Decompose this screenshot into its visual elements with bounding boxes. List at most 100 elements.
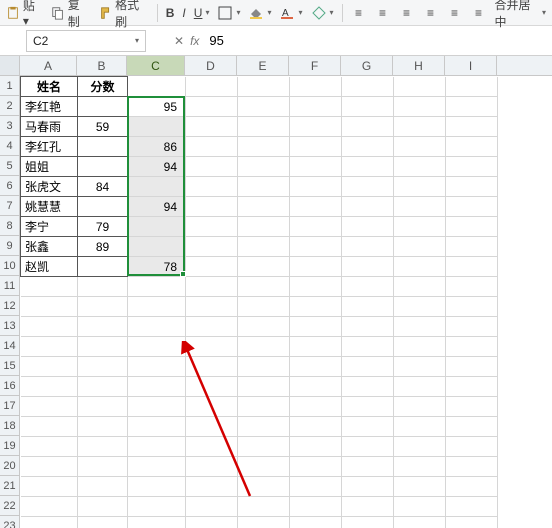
cell-E10[interactable] bbox=[238, 257, 290, 277]
cell-E2[interactable] bbox=[238, 97, 290, 117]
cell-E19[interactable] bbox=[238, 437, 290, 457]
align-right-button[interactable]: ≡ bbox=[466, 3, 490, 23]
cell-C3[interactable] bbox=[128, 117, 186, 137]
cell-D23[interactable] bbox=[186, 517, 238, 528]
cell-I15[interactable] bbox=[446, 357, 498, 377]
cell-E3[interactable] bbox=[238, 117, 290, 137]
cell-A23[interactable] bbox=[21, 517, 78, 528]
cell-H4[interactable] bbox=[394, 137, 446, 157]
cell-F20[interactable] bbox=[290, 457, 342, 477]
cell-A13[interactable] bbox=[21, 317, 78, 337]
cell-F16[interactable] bbox=[290, 377, 342, 397]
cell-G5[interactable] bbox=[342, 157, 394, 177]
copy-button[interactable]: 复制 bbox=[47, 0, 94, 32]
col-header-B[interactable]: B bbox=[77, 56, 127, 75]
cell-A5[interactable]: 姐姐 bbox=[21, 157, 78, 177]
cell-I9[interactable] bbox=[446, 237, 498, 257]
cell-D3[interactable] bbox=[186, 117, 238, 137]
cell-E22[interactable] bbox=[238, 497, 290, 517]
cell-A8[interactable]: 李宁 bbox=[21, 217, 78, 237]
cell-C7[interactable]: 94 bbox=[128, 197, 186, 217]
align-bot-button[interactable]: ≡ bbox=[394, 3, 418, 23]
cell-G2[interactable] bbox=[342, 97, 394, 117]
row-header[interactable]: 4 bbox=[0, 136, 19, 156]
cell-E12[interactable] bbox=[238, 297, 290, 317]
cell-H6[interactable] bbox=[394, 177, 446, 197]
cell-C1[interactable] bbox=[128, 77, 186, 97]
cell-C20[interactable] bbox=[128, 457, 186, 477]
cell-E14[interactable] bbox=[238, 337, 290, 357]
cell-H12[interactable] bbox=[394, 297, 446, 317]
cell-C16[interactable] bbox=[128, 377, 186, 397]
cell-H1[interactable] bbox=[394, 77, 446, 97]
cell-G3[interactable] bbox=[342, 117, 394, 137]
cell-B6[interactable]: 84 bbox=[78, 177, 128, 197]
cell-D2[interactable] bbox=[186, 97, 238, 117]
format-painter-button[interactable]: 格式刷 bbox=[94, 0, 153, 32]
row-header[interactable]: 12 bbox=[0, 296, 19, 316]
cell-G16[interactable] bbox=[342, 377, 394, 397]
cell-H8[interactable] bbox=[394, 217, 446, 237]
row-header[interactable]: 11 bbox=[0, 276, 19, 296]
row-header[interactable]: 15 bbox=[0, 356, 19, 376]
cell-C13[interactable] bbox=[128, 317, 186, 337]
cell-F2[interactable] bbox=[290, 97, 342, 117]
cell-E16[interactable] bbox=[238, 377, 290, 397]
cell-F13[interactable] bbox=[290, 317, 342, 337]
cell-D16[interactable] bbox=[186, 377, 238, 397]
cell-D18[interactable] bbox=[186, 417, 238, 437]
cell-H11[interactable] bbox=[394, 277, 446, 297]
fx-icon[interactable]: fx bbox=[190, 34, 199, 48]
cell-E1[interactable] bbox=[238, 77, 290, 97]
underline-button[interactable]: U▾ bbox=[190, 4, 214, 22]
row-header[interactable]: 17 bbox=[0, 396, 19, 416]
cell-C9[interactable] bbox=[128, 237, 186, 257]
cell-D19[interactable] bbox=[186, 437, 238, 457]
cell-B21[interactable] bbox=[78, 477, 128, 497]
cell-E4[interactable] bbox=[238, 137, 290, 157]
cell-G19[interactable] bbox=[342, 437, 394, 457]
cell-H23[interactable] bbox=[394, 517, 446, 528]
diamond-button[interactable]: ▾ bbox=[307, 3, 338, 23]
cell-C17[interactable] bbox=[128, 397, 186, 417]
cell-A15[interactable] bbox=[21, 357, 78, 377]
col-header-E[interactable]: E bbox=[237, 56, 289, 75]
cell-G1[interactable] bbox=[342, 77, 394, 97]
cell-I3[interactable] bbox=[446, 117, 498, 137]
cell-G20[interactable] bbox=[342, 457, 394, 477]
cell-I11[interactable] bbox=[446, 277, 498, 297]
align-mid-button[interactable]: ≡ bbox=[370, 3, 394, 23]
border-button[interactable]: ▾ bbox=[213, 3, 244, 23]
cell-E23[interactable] bbox=[238, 517, 290, 528]
merge-center-button[interactable]: 合并居中▾ bbox=[490, 0, 550, 32]
cell-B5[interactable] bbox=[78, 157, 128, 177]
cell-G21[interactable] bbox=[342, 477, 394, 497]
cell-D15[interactable] bbox=[186, 357, 238, 377]
cell-H16[interactable] bbox=[394, 377, 446, 397]
cell-E5[interactable] bbox=[238, 157, 290, 177]
cell-I18[interactable] bbox=[446, 417, 498, 437]
cell-B13[interactable] bbox=[78, 317, 128, 337]
cell-H19[interactable] bbox=[394, 437, 446, 457]
col-header-H[interactable]: H bbox=[393, 56, 445, 75]
cell-H10[interactable] bbox=[394, 257, 446, 277]
cell-F23[interactable] bbox=[290, 517, 342, 528]
cell-G13[interactable] bbox=[342, 317, 394, 337]
cell-G14[interactable] bbox=[342, 337, 394, 357]
cell-C23[interactable] bbox=[128, 517, 186, 528]
cell-I16[interactable] bbox=[446, 377, 498, 397]
cell-B16[interactable] bbox=[78, 377, 128, 397]
cell-E13[interactable] bbox=[238, 317, 290, 337]
cell-D9[interactable] bbox=[186, 237, 238, 257]
cell-A9[interactable]: 张鑫 bbox=[21, 237, 78, 257]
formula-input[interactable]: 95 bbox=[209, 33, 552, 48]
cell-B20[interactable] bbox=[78, 457, 128, 477]
cell-H14[interactable] bbox=[394, 337, 446, 357]
cell-C21[interactable] bbox=[128, 477, 186, 497]
cell-C4[interactable]: 86 bbox=[128, 137, 186, 157]
cell-E17[interactable] bbox=[238, 397, 290, 417]
cell-A17[interactable] bbox=[21, 397, 78, 417]
cell-G17[interactable] bbox=[342, 397, 394, 417]
cell-F22[interactable] bbox=[290, 497, 342, 517]
cell-A16[interactable] bbox=[21, 377, 78, 397]
